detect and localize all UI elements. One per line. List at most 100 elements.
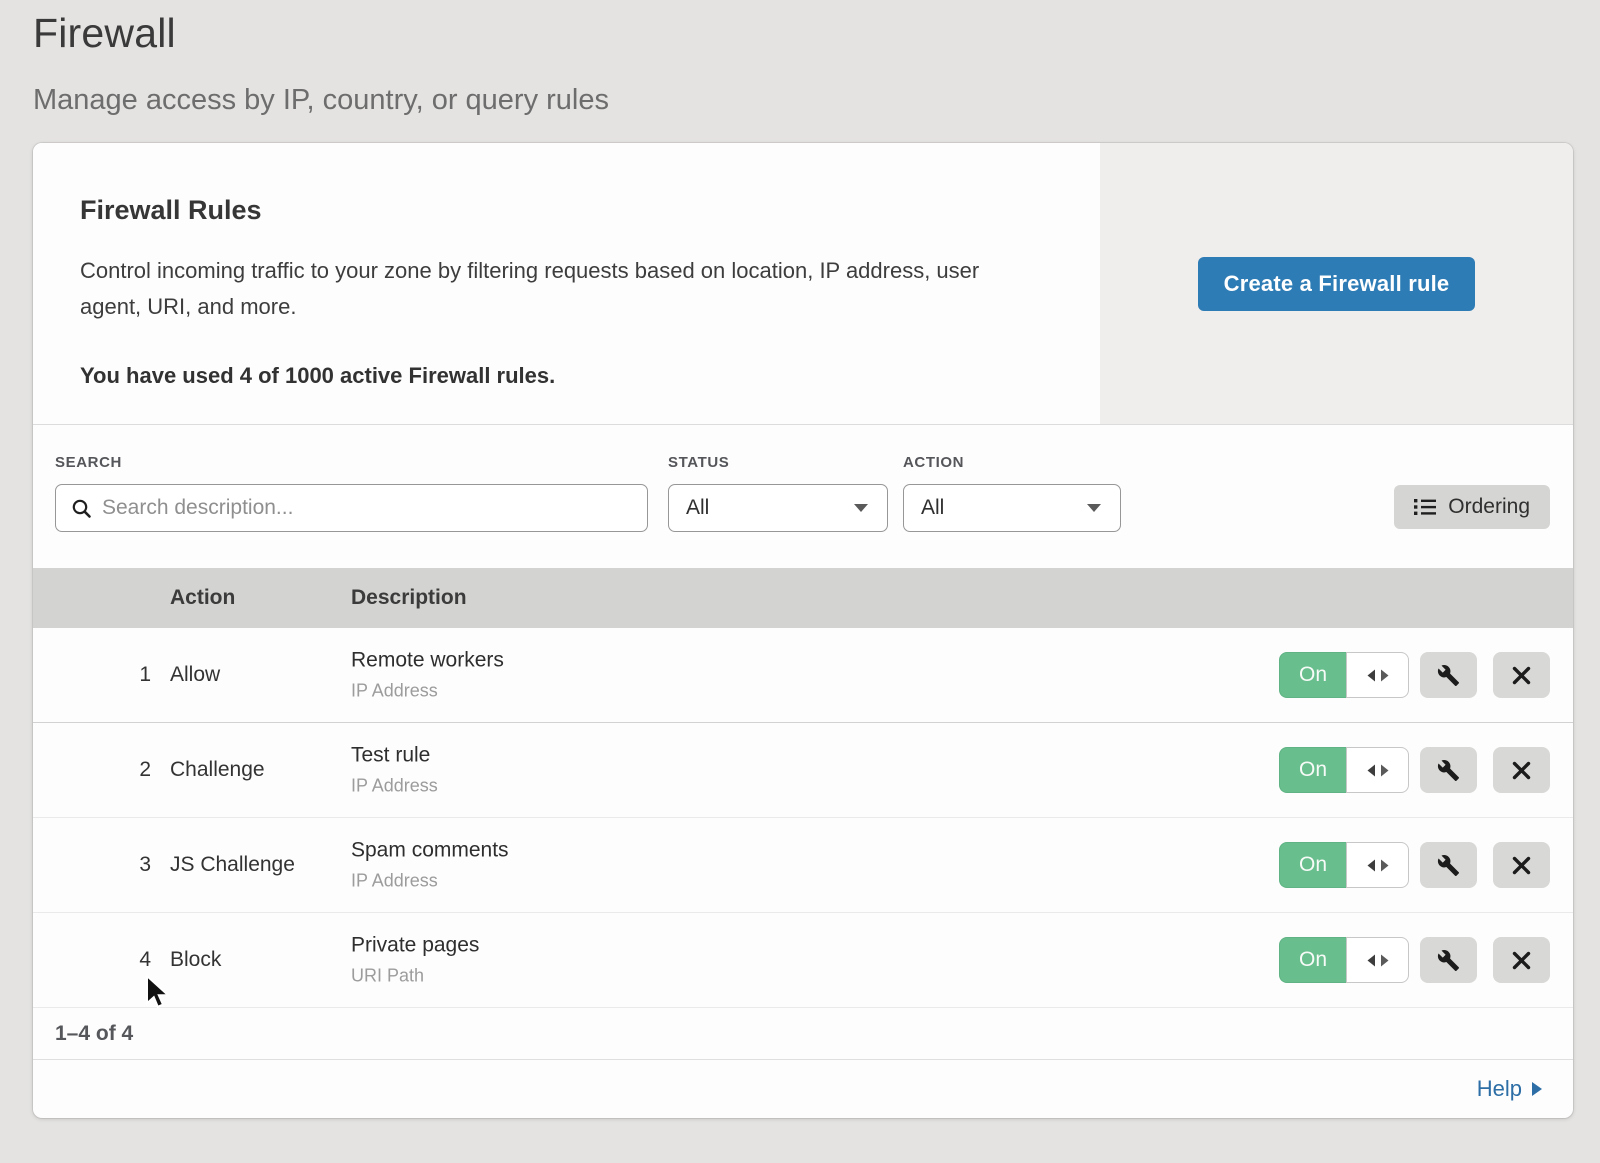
pagination-bar: 1–4 of 4 — [33, 1008, 1573, 1060]
page-subtitle: Manage access by IP, country, or query r… — [33, 84, 1600, 117]
wrench-icon — [1437, 759, 1460, 782]
table-row: 4 Block Private pages URI Path On — [33, 913, 1573, 1008]
close-icon — [1512, 951, 1531, 970]
rule-priority: 2 — [95, 758, 151, 782]
edit-rule-button[interactable] — [1420, 842, 1477, 888]
ordering-button[interactable]: Ordering — [1394, 485, 1550, 529]
help-link-label: Help — [1477, 1076, 1522, 1102]
wrench-icon — [1437, 949, 1460, 972]
status-select-value: All — [686, 496, 709, 520]
rule-match-type: IP Address — [351, 871, 509, 892]
action-label: ACTION — [903, 454, 1121, 471]
filters-bar: SEARCH STATUS All ACTION All Ordering — [33, 425, 1573, 568]
rule-description-title: Private pages — [351, 934, 479, 958]
column-header-description: Description — [351, 586, 467, 610]
delete-rule-button[interactable] — [1493, 747, 1550, 793]
toggle-handle[interactable] — [1346, 937, 1409, 983]
toggle-arrows-icon — [1367, 859, 1389, 872]
close-icon — [1512, 856, 1531, 875]
delete-rule-button[interactable] — [1493, 937, 1550, 983]
delete-rule-button[interactable] — [1493, 652, 1550, 698]
overview-description: Control incoming traffic to your zone by… — [80, 253, 1030, 325]
rule-action: JS Challenge — [170, 853, 295, 877]
search-box — [55, 484, 648, 532]
edit-rule-button[interactable] — [1420, 747, 1477, 793]
rule-action: Allow — [170, 663, 220, 687]
chevron-down-icon — [853, 503, 869, 513]
delete-rule-button[interactable] — [1493, 842, 1550, 888]
rule-controls: On — [1279, 747, 1550, 793]
table-row: 1 Allow Remote workers IP Address On — [33, 628, 1573, 723]
card-footer: Help — [33, 1060, 1573, 1117]
wrench-icon — [1437, 854, 1460, 877]
search-filter: SEARCH — [55, 454, 648, 532]
close-icon — [1512, 761, 1531, 780]
overview-text: Firewall Rules Control incoming traffic … — [33, 143, 1100, 424]
status-select[interactable]: All — [668, 484, 888, 532]
rule-description-title: Spam comments — [351, 839, 509, 863]
status-filter: STATUS All — [668, 454, 888, 532]
rule-description: Private pages URI Path — [351, 934, 479, 987]
page-header: Firewall Manage access by IP, country, o… — [0, 0, 1600, 117]
rule-match-type: IP Address — [351, 681, 504, 702]
toggle-handle[interactable] — [1346, 842, 1409, 888]
ordering-button-label: Ordering — [1448, 495, 1530, 519]
action-select-value: All — [921, 496, 944, 520]
column-header-action: Action — [170, 586, 235, 610]
firewall-page: { "page": { "title": "Firewall", "subtit… — [0, 0, 1600, 1163]
rule-priority: 4 — [95, 948, 151, 972]
close-icon — [1512, 666, 1531, 685]
rule-match-type: IP Address — [351, 776, 438, 797]
edit-rule-button[interactable] — [1420, 937, 1477, 983]
create-firewall-rule-button[interactable]: Create a Firewall rule — [1198, 257, 1476, 311]
rule-enabled-toggle[interactable]: On — [1279, 747, 1409, 793]
toggle-on-label: On — [1279, 747, 1346, 793]
action-filter: ACTION All — [903, 454, 1121, 532]
rule-description-title: Test rule — [351, 744, 438, 768]
rule-description: Remote workers IP Address — [351, 649, 504, 702]
rule-priority: 1 — [95, 663, 151, 687]
toggle-arrows-icon — [1367, 764, 1389, 777]
toggle-arrows-icon — [1367, 669, 1389, 682]
toggle-on-label: On — [1279, 842, 1346, 888]
help-link[interactable]: Help — [1477, 1076, 1543, 1102]
rule-action: Block — [170, 948, 221, 972]
search-icon — [71, 498, 92, 519]
overview-section: Firewall Rules Control incoming traffic … — [33, 143, 1573, 425]
rule-controls: On — [1279, 842, 1550, 888]
edit-rule-button[interactable] — [1420, 652, 1477, 698]
rule-description: Test rule IP Address — [351, 744, 438, 797]
table-header: Action Description — [33, 568, 1573, 628]
status-label: STATUS — [668, 454, 888, 471]
table-row: 3 JS Challenge Spam comments IP Address … — [33, 818, 1573, 913]
firewall-rules-card: Firewall Rules Control incoming traffic … — [33, 143, 1573, 1118]
toggle-on-label: On — [1279, 652, 1346, 698]
rule-enabled-toggle[interactable]: On — [1279, 937, 1409, 983]
rule-enabled-toggle[interactable]: On — [1279, 652, 1409, 698]
wrench-icon — [1437, 664, 1460, 687]
rule-controls: On — [1279, 652, 1550, 698]
toggle-handle[interactable] — [1346, 652, 1409, 698]
toggle-on-label: On — [1279, 937, 1346, 983]
arrow-right-icon — [1531, 1081, 1543, 1097]
rule-controls: On — [1279, 937, 1550, 983]
toggle-arrows-icon — [1367, 954, 1389, 967]
search-input[interactable] — [56, 485, 647, 531]
action-select[interactable]: All — [903, 484, 1121, 532]
ordering-list-icon — [1414, 498, 1436, 516]
toggle-handle[interactable] — [1346, 747, 1409, 793]
rule-description-title: Remote workers — [351, 649, 504, 673]
chevron-down-icon — [1086, 503, 1102, 513]
page-title: Firewall — [33, 10, 1600, 57]
search-label: SEARCH — [55, 454, 648, 471]
overview-heading: Firewall Rules — [80, 195, 1040, 226]
rules-usage-text: You have used 4 of 1000 active Firewall … — [80, 363, 1040, 389]
rule-match-type: URI Path — [351, 966, 479, 987]
rule-description: Spam comments IP Address — [351, 839, 509, 892]
overview-aside: Create a Firewall rule — [1100, 143, 1573, 424]
rule-enabled-toggle[interactable]: On — [1279, 842, 1409, 888]
rule-action: Challenge — [170, 758, 265, 782]
pagination-range: 1–4 of 4 — [55, 1022, 133, 1046]
rule-priority: 3 — [95, 853, 151, 877]
table-row: 2 Challenge Test rule IP Address On — [33, 723, 1573, 818]
